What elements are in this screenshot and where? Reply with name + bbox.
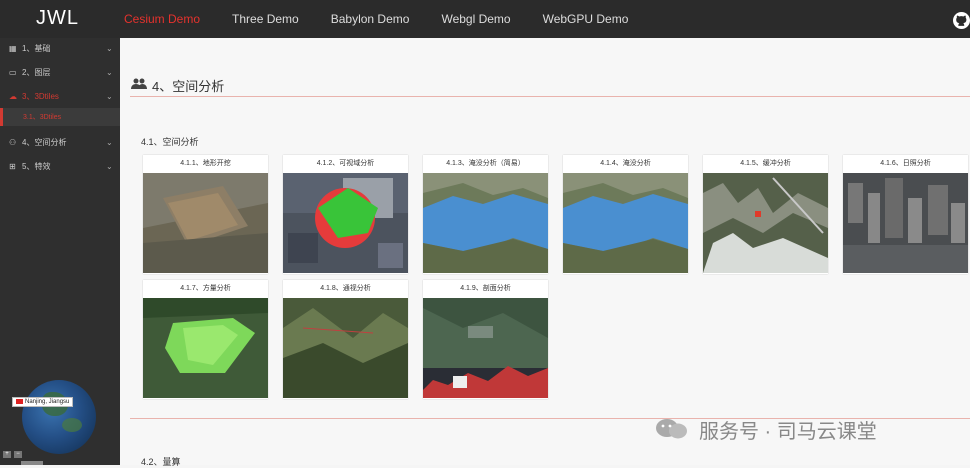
card-title: 4.1.5、缓冲分析 <box>703 155 828 173</box>
chevron-down-icon: ⌄ <box>106 92 113 101</box>
monitor-icon: ▭ <box>9 68 17 77</box>
card-thumbnail <box>143 173 268 273</box>
demo-card-profile[interactable]: 4.1.9、剖面分析 <box>423 280 548 399</box>
sidebar-item-basic[interactable]: ▦ 1、基础 ⌄ <box>0 38 120 60</box>
demo-card-buffer[interactable]: 4.1.5、缓冲分析 <box>703 155 828 274</box>
nav-cesium[interactable]: Cesium Demo <box>124 12 200 26</box>
card-title: 4.1.3、淹没分析（简易） <box>423 155 548 173</box>
demo-card-line-of-sight[interactable]: 4.1.8、通视分析 <box>283 280 408 399</box>
users-icon: ⚇ <box>9 138 17 147</box>
chevron-down-icon: ⌄ <box>106 68 113 77</box>
card-thumbnail <box>563 173 688 273</box>
sidebar-item-spatial-analysis[interactable]: ⚇ 4、空间分析 ⌄ <box>0 132 120 154</box>
main-nav: Cesium Demo Three Demo Babylon Demo Webg… <box>124 12 660 26</box>
top-navbar: JWL Cesium Demo Three Demo Babylon Demo … <box>0 0 970 38</box>
card-thumbnail <box>703 173 828 273</box>
location-label: Nanjing, Jiangsu <box>12 397 74 408</box>
grid-icon: ⊞ <box>9 162 16 171</box>
divider <box>130 96 970 97</box>
github-icon[interactable] <box>953 12 970 29</box>
card-title: 4.1.4、淹没分析 <box>563 155 688 173</box>
flag-icon <box>16 399 23 404</box>
nav-webgpu[interactable]: WebGPU Demo <box>543 12 629 26</box>
sidebar-item-label: 5、特效 <box>22 162 51 171</box>
demo-card-flood[interactable]: 4.1.4、淹没分析 <box>563 155 688 274</box>
card-thumbnail <box>423 173 548 273</box>
card-thumbnail <box>843 173 968 273</box>
globe-land <box>62 418 82 432</box>
wechat-icon <box>656 419 687 439</box>
subsection-title: 4.2、量算 <box>141 457 181 467</box>
zoom-out-button[interactable]: − <box>14 451 22 458</box>
card-thumbnail <box>423 298 548 398</box>
watermark: 服务号 · 司马云课堂 <box>655 415 955 443</box>
demo-card-terrain-excavation[interactable]: 4.1.1、地形开挖 <box>143 155 268 274</box>
demo-card-volume[interactable]: 4.1.7、方量分析 <box>143 280 268 399</box>
nav-webgl[interactable]: Webgl Demo <box>441 12 510 26</box>
card-title: 4.1.7、方量分析 <box>143 280 268 298</box>
nav-babylon[interactable]: Babylon Demo <box>331 12 410 26</box>
card-title: 4.1.9、剖面分析 <box>423 280 548 298</box>
sidebar-item-label: 4、空间分析 <box>22 138 67 147</box>
sidebar-item-label: 1、基础 <box>22 44 51 53</box>
table-icon: ▦ <box>9 44 17 53</box>
users-icon <box>131 78 147 89</box>
sidebar-item-effects[interactable]: ⊞ 5、特效 ⌄ <box>0 156 120 178</box>
demo-card-viewshed[interactable]: 4.1.2、可视域分析 <box>283 155 408 274</box>
scale-bar <box>21 461 43 465</box>
card-thumbnail <box>283 298 408 398</box>
subsection-title: 4.1、空间分析 <box>141 137 199 147</box>
chevron-down-icon: ⌄ <box>106 138 113 147</box>
section-title: 4、空间分析 <box>152 79 225 94</box>
chevron-down-icon: ⌄ <box>106 44 113 53</box>
zoom-in-button[interactable]: + <box>3 451 11 458</box>
card-title: 4.1.8、通视分析 <box>283 280 408 298</box>
location-text: Nanjing, Jiangsu <box>25 399 70 406</box>
demo-card-sunlight[interactable]: 4.1.6、日照分析 <box>843 155 968 274</box>
nav-three[interactable]: Three Demo <box>232 12 299 26</box>
sidebar-item-layers[interactable]: ▭ 2、图层 ⌄ <box>0 62 120 84</box>
card-thumbnail <box>283 173 408 273</box>
sidebar-item-label: 2、图层 <box>22 68 51 77</box>
sidebar-item-3dtiles[interactable]: ☁ 3、3Dtiles ⌄ <box>0 86 120 108</box>
sidebar-item-label: 3、3Dtiles <box>22 92 59 101</box>
brand-logo[interactable]: JWL <box>36 7 79 30</box>
overview-globe[interactable] <box>22 380 96 454</box>
watermark-text: 服务号 · 司马云课堂 <box>699 421 877 443</box>
chevron-down-icon: ⌄ <box>106 162 113 171</box>
card-title: 4.1.6、日照分析 <box>843 155 968 173</box>
sidebar-subitem-label: 3.1、3Dtiles <box>23 114 62 121</box>
demo-card-flood-simple[interactable]: 4.1.3、淹没分析（简易） <box>423 155 548 274</box>
cloud-icon: ☁ <box>9 92 17 101</box>
card-title: 4.1.2、可视域分析 <box>283 155 408 173</box>
card-thumbnail <box>143 298 268 398</box>
sidebar-subitem-3dtiles[interactable]: 3.1、3Dtiles <box>0 108 120 126</box>
card-title: 4.1.1、地形开挖 <box>143 155 268 173</box>
